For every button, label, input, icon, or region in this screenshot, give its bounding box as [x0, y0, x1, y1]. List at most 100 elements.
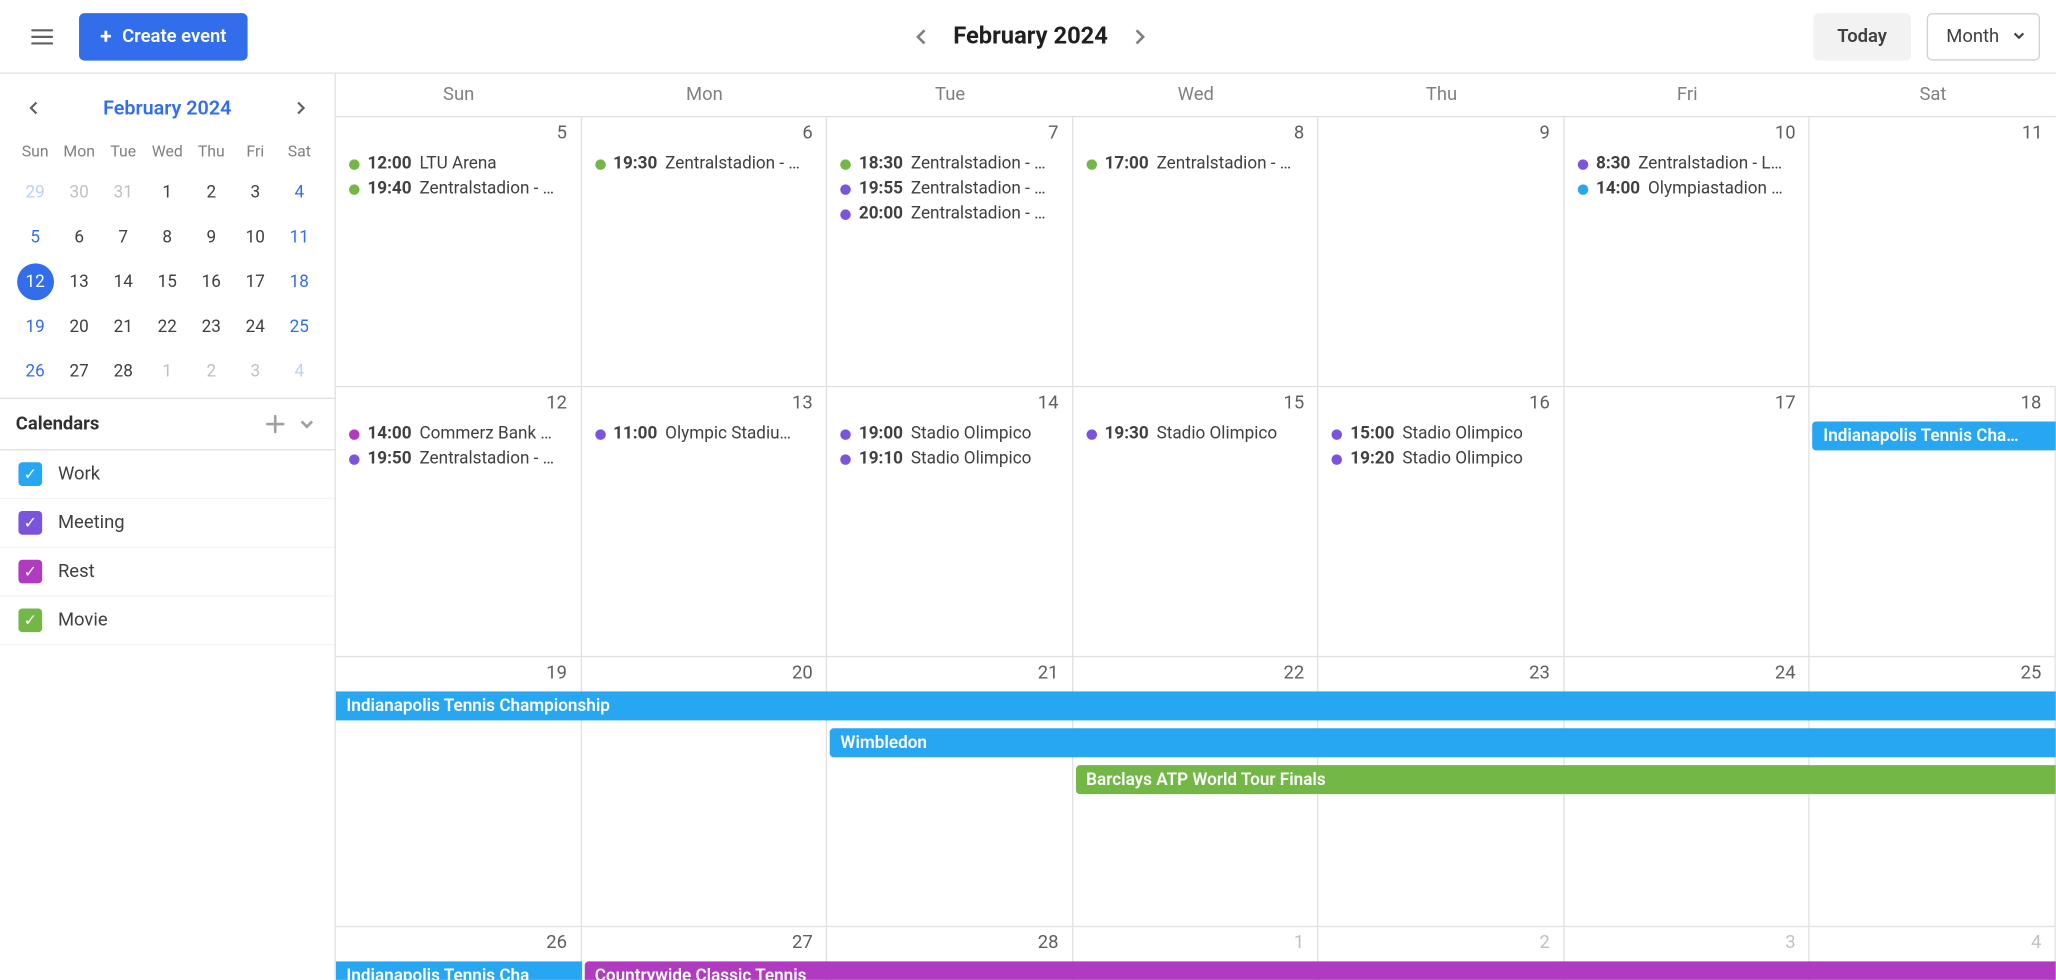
mini-day[interactable]: 18 [281, 263, 318, 300]
mini-day[interactable]: 2 [193, 353, 230, 390]
day-cell[interactable]: 108:30Zentralstadion - L…14:00Olympiasta… [1564, 117, 1810, 386]
event-item[interactable]: 19:20Stadio Olimpico [1319, 446, 1563, 471]
mini-day[interactable]: 29 [17, 174, 54, 211]
mini-day[interactable]: 1 [149, 353, 186, 390]
mini-prev-button[interactable] [18, 92, 50, 124]
calendar-item[interactable]: ✓Meeting [0, 499, 335, 548]
day-cell[interactable]: 1615:00Stadio Olimpico19:20Stadio Olimpi… [1319, 387, 1565, 656]
mini-day[interactable]: 31 [105, 174, 142, 211]
mini-day[interactable]: 6 [61, 219, 98, 256]
event-time: 14:00 [1596, 179, 1640, 199]
mini-day[interactable]: 19 [17, 308, 54, 345]
mini-day[interactable]: 16 [193, 263, 230, 300]
event-item[interactable]: 12:00LTU Arena [336, 151, 580, 176]
mini-day[interactable]: 30 [61, 174, 98, 211]
day-cell[interactable]: 718:30Zentralstadion - …19:55Zentralstad… [827, 117, 1073, 386]
mini-day[interactable]: 3 [237, 353, 274, 390]
event-item[interactable]: 19:50Zentralstadion - … [336, 446, 580, 471]
event-item[interactable]: 19:30Zentralstadion - … [582, 151, 826, 176]
mini-day[interactable]: 28 [105, 353, 142, 390]
week-row: 512:00LTU Arena19:40Zentralstadion - …61… [336, 117, 2056, 387]
day-cell[interactable]: 1419:00Stadio Olimpico19:10Stadio Olimpi… [827, 387, 1073, 656]
calendar-checkbox[interactable]: ✓ [18, 511, 42, 535]
mini-next-button[interactable] [284, 92, 316, 124]
mini-day[interactable]: 4 [281, 353, 318, 390]
allday-event[interactable]: Countrywide Classic Tennis [584, 961, 2056, 979]
event-item[interactable]: 8:30Zentralstadion - L… [1564, 151, 1808, 176]
event-item[interactable]: 19:00Stadio Olimpico [827, 421, 1071, 446]
mini-day[interactable]: 7 [105, 219, 142, 256]
view-select[interactable]: Month [1926, 13, 2040, 60]
mini-day[interactable]: 2 [193, 174, 230, 211]
mini-day[interactable]: 11 [281, 219, 318, 256]
allday-event[interactable]: Indianapolis Tennis Championship [336, 691, 2056, 720]
calendar-checkbox[interactable]: ✓ [18, 608, 42, 632]
calendar-checkbox[interactable]: ✓ [18, 462, 42, 486]
add-calendar-icon[interactable] [263, 412, 287, 436]
allday-event[interactable]: Indianapolis Tennis Cha… [1813, 421, 2056, 450]
event-item[interactable]: 17:00Zentralstadion - … [1073, 151, 1317, 176]
event-item[interactable]: 18:30Zentralstadion - … [827, 151, 1071, 176]
event-item[interactable]: 11:00Olympic Stadiu… [582, 421, 826, 446]
event-item[interactable]: 19:40Zentralstadion - … [336, 176, 580, 201]
event-time: 19:10 [859, 449, 903, 469]
mini-day[interactable]: 27 [61, 353, 98, 390]
mini-calendar: February 2024 SunMonTueWedThuFriSat29303… [0, 74, 335, 398]
mini-day[interactable]: 24 [237, 308, 274, 345]
calendar-item[interactable]: ✓Movie [0, 597, 335, 646]
mini-day[interactable]: 3 [237, 174, 274, 211]
mini-day[interactable]: 25 [281, 308, 318, 345]
today-button[interactable]: Today [1814, 13, 1911, 60]
event-title: Stadio Olimpico [1157, 424, 1278, 444]
allday-event[interactable]: Wimbledon [830, 728, 2056, 757]
day-cell[interactable]: 512:00LTU Arena19:40Zentralstadion - … [336, 117, 582, 386]
mini-day[interactable]: 14 [105, 263, 142, 300]
mini-day[interactable]: 10 [237, 219, 274, 256]
event-item[interactable]: 15:00Stadio Olimpico [1319, 421, 1563, 446]
event-item[interactable]: 19:55Zentralstadion - … [827, 176, 1071, 201]
menu-icon[interactable] [21, 15, 63, 57]
day-cell[interactable]: 619:30Zentralstadion - … [582, 117, 828, 386]
day-number: 23 [1529, 662, 1550, 683]
mini-day[interactable]: 5 [17, 219, 54, 256]
dow-header: Thu [1319, 74, 1565, 116]
calendars-collapse-icon[interactable] [295, 412, 319, 436]
mini-day[interactable]: 8 [149, 219, 186, 256]
event-item[interactable]: 19:30Stadio Olimpico [1073, 421, 1317, 446]
event-item[interactable]: 19:10Stadio Olimpico [827, 446, 1071, 471]
event-item[interactable]: 14:00Commerz Bank … [336, 421, 580, 446]
prev-month-button[interactable] [903, 18, 940, 55]
mini-day[interactable]: 20 [61, 308, 98, 345]
calendar-item[interactable]: ✓Work [0, 450, 335, 499]
mini-day[interactable]: 17 [237, 263, 274, 300]
day-cell[interactable]: 1519:30Stadio Olimpico [1073, 387, 1319, 656]
event-dot [840, 429, 851, 440]
mini-day[interactable]: 26 [17, 353, 54, 390]
event-time: 18:30 [859, 154, 903, 174]
mini-day[interactable]: 15 [149, 263, 186, 300]
dow-header: Wed [1073, 74, 1319, 116]
next-month-button[interactable] [1121, 18, 1158, 55]
create-event-button[interactable]: + Create event [79, 13, 248, 60]
calendar-item[interactable]: ✓Rest [0, 548, 335, 597]
mini-day[interactable]: 13 [61, 263, 98, 300]
mini-day[interactable]: 9 [193, 219, 230, 256]
mini-day[interactable]: 22 [149, 308, 186, 345]
allday-event[interactable]: Barclays ATP World Tour Finals [1076, 765, 2056, 794]
allday-event[interactable]: Indianapolis Tennis Cha [336, 961, 582, 979]
day-cell[interactable]: 1214:00Commerz Bank …19:50Zentralstadion… [336, 387, 582, 656]
day-cell[interactable]: 1311:00Olympic Stadiu… [582, 387, 828, 656]
mini-day[interactable]: 21 [105, 308, 142, 345]
event-dot [1086, 429, 1097, 440]
mini-day[interactable]: 1 [149, 174, 186, 211]
mini-day[interactable]: 12 [17, 263, 54, 300]
mini-day[interactable]: 23 [193, 308, 230, 345]
mini-day[interactable]: 4 [281, 174, 318, 211]
event-item[interactable]: 20:00Zentralstadion - … [827, 202, 1071, 227]
day-cell[interactable]: 9 [1319, 117, 1565, 386]
event-item[interactable]: 14:00Olympiastadion … [1564, 176, 1808, 201]
day-cell[interactable]: 17 [1564, 387, 1810, 656]
day-cell[interactable]: 817:00Zentralstadion - … [1073, 117, 1319, 386]
calendar-checkbox[interactable]: ✓ [18, 560, 42, 584]
day-cell[interactable]: 11 [1810, 117, 2056, 386]
